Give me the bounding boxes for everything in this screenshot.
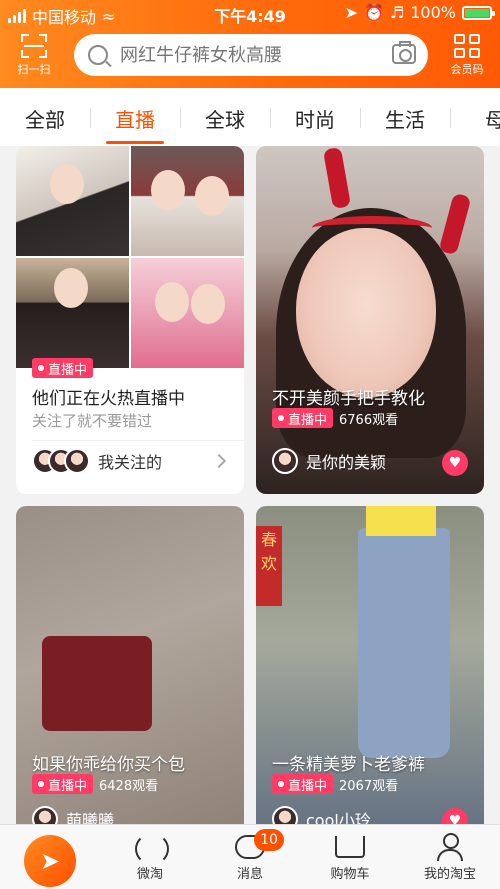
nav-me-label: 我的淘宝 [423,867,476,882]
avatar [64,448,90,474]
live-info: 直播中 6428观看 [32,774,158,794]
search-bar[interactable] [74,34,428,76]
thumbnail-shirt [366,506,436,536]
card-title: 如果你乖给你买个包 [32,755,185,775]
nav-me[interactable]: 我的淘宝 [400,825,500,889]
following-live-card[interactable]: 直播中 他们正在火热直播中 关注了就不要错过 我关注的 [16,146,244,494]
status-bar: 中国移动 ≈ 下午4:49 ➤ ⏰ ♬ 100% [0,0,500,28]
anchor-name: 萌曦曦 [66,811,115,824]
profile-icon [437,833,463,861]
mosaic-photo [16,146,129,256]
live-badge-label: 直播中 [48,362,88,378]
photo-mosaic [16,146,244,368]
camera-icon[interactable] [392,41,416,64]
tab-fashion[interactable]: 时尚 [270,88,360,146]
live-badge: 直播中 [272,774,334,794]
anchor-info[interactable]: cool小玲 [272,806,371,824]
viewer-count: 6766观看 [339,412,399,428]
thumbnail-headband [312,216,432,240]
anchor-info[interactable]: 是你的美颖 [272,448,386,474]
location-icon: ➤ [344,3,358,22]
thumbnail-jeans [358,528,450,758]
card-title: 一条精美萝卜老爹裤 [272,755,425,775]
avatar [272,448,298,474]
live-info: 直播中 6766观看 [272,408,398,428]
following-label: 我关注的 [98,453,163,472]
like-button[interactable]: ♥ [442,808,468,824]
bottom-nav: ➤ 微淘 消息 10 购物车 我的淘宝 [0,824,500,889]
search-icon [88,45,108,65]
nav-weitao[interactable]: 微淘 [100,825,200,889]
mosaic-photo [131,258,244,368]
card-title: 不开美颜手把手教化 [272,389,425,409]
nav-weitao-label: 微淘 [136,867,163,882]
heart-icon: ♥ [448,813,462,824]
member-code-label: 会员码 [450,63,484,76]
avatar [32,806,58,824]
live-info: 直播中 2067观看 [272,774,398,794]
live-stream-card[interactable]: 不开美颜手把手教化 直播中 6766观看 是你的美颖 ♥ [256,146,484,494]
heart-icon: ♥ [448,455,462,471]
live-feed: 直播中 他们正在火热直播中 关注了就不要错过 我关注的 不开美颜手把手教化 直播… [0,146,500,824]
live-badge: 直播中 [272,408,334,428]
like-button[interactable]: ♥ [442,450,468,476]
scan-icon [21,34,47,58]
nav-cart[interactable]: 购物车 [300,825,400,889]
divider [32,440,244,441]
festival-sign: 春欢 [256,526,282,606]
tab-mother[interactable]: 母 [450,88,500,146]
scan-label: 扫一扫 [17,63,51,76]
live-stream-card[interactable]: 如果你乖给你买个包 直播中 6428观看 萌曦曦 [16,506,244,824]
viewer-count: 6428观看 [99,778,159,794]
card-subtitle: 关注了就不要错过 [32,412,153,430]
anchor-name: 是你的美颖 [306,453,387,472]
tab-live[interactable]: 直播 [90,88,180,146]
category-tabs: 全部 直播 全球 时尚 生活 母 [0,88,500,146]
mosaic-photo [16,258,129,368]
tab-life[interactable]: 生活 [360,88,450,146]
avatar [272,806,298,824]
chevron-right-icon [211,453,227,469]
headphones-icon: ♬ [389,3,405,22]
nav-home[interactable]: ➤ [0,825,100,889]
mosaic-photo [131,146,244,256]
antler-decoration [438,192,472,256]
search-input[interactable] [120,44,370,66]
cart-icon [335,836,365,858]
scan-button[interactable]: 扫一扫 [12,34,56,77]
battery-icon [462,5,495,20]
member-code-button[interactable]: 会员码 [444,34,490,77]
card-title: 他们正在火热直播中 [32,389,185,409]
header: 中国移动 ≈ 下午4:49 ➤ ⏰ ♬ 100% 扫一扫 会员码 [0,0,500,88]
live-stream-card[interactable]: 春欢 一条精美萝卜老爹裤 直播中 2067观看 cool小玲 ♥ [256,506,484,824]
nav-cart-label: 购物车 [330,867,370,882]
live-badge: 直播中 [32,774,94,794]
tab-global[interactable]: 全球 [180,88,270,146]
following-link[interactable]: 我关注的 [32,448,162,474]
status-right: ➤ ⏰ ♬ 100% [344,3,495,22]
unread-badge: 10 [254,829,284,851]
battery-percent: 100% [410,3,456,22]
tab-all[interactable]: 全部 [0,88,90,146]
thumbnail-face [296,228,436,398]
live-badge: 直播中 [32,358,94,378]
alarm-icon: ⏰ [363,3,384,22]
anchor-info[interactable]: 萌曦曦 [32,806,114,824]
rocket-icon: ➤ [24,835,76,887]
anchor-name: cool小玲 [306,811,371,824]
thumbnail-bag [42,636,152,731]
member-code-icon [454,34,480,58]
nav-messages[interactable]: 消息 10 [200,825,300,889]
antler-decoration [322,146,352,210]
viewer-count: 2067观看 [339,778,399,794]
weitao-heart-icon [133,833,169,865]
nav-messages-label: 消息 [236,867,263,882]
